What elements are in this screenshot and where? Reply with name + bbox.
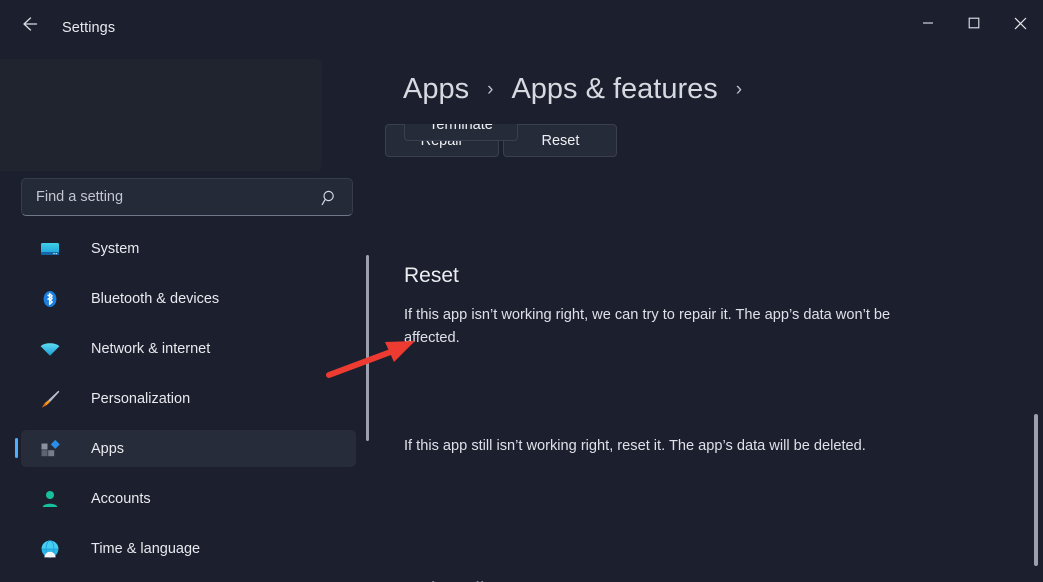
back-button[interactable] xyxy=(10,10,50,38)
apps-grid-icon xyxy=(39,438,61,460)
sidebar-item-label: Time & language xyxy=(91,540,201,557)
close-button[interactable] xyxy=(997,0,1043,46)
maximize-icon xyxy=(968,17,980,29)
sidebar-item-accounts[interactable]: Accounts xyxy=(21,480,356,517)
breadcrumb-item-apps-features[interactable]: Apps & features xyxy=(511,73,717,106)
sidebar-item-label: Apps xyxy=(91,440,125,457)
sidebar-item-bluetooth-devices[interactable]: Bluetooth & devices xyxy=(21,280,356,317)
main-content: Apps › Apps & features › Terminate Reset… xyxy=(385,48,1043,582)
sidebar-item-network-internet[interactable]: Network & internet xyxy=(21,330,356,367)
window-title: Settings xyxy=(62,20,116,36)
sidebar-item-label: Personalization xyxy=(91,390,191,407)
paintbrush-icon xyxy=(39,388,61,410)
globe-clock-icon xyxy=(39,538,61,560)
main-scrollbar-thumb[interactable] xyxy=(1034,414,1038,566)
minimize-icon xyxy=(922,17,934,29)
back-arrow-icon xyxy=(20,14,40,34)
search-placeholder: Find a setting xyxy=(36,189,124,205)
bluetooth-icon xyxy=(39,288,61,310)
sidebar: Find a setting System Bluetooth & device… xyxy=(0,48,385,582)
monitor-icon xyxy=(39,238,61,260)
search-input[interactable]: Find a setting xyxy=(21,178,353,216)
sidebar-item-label: Bluetooth & devices xyxy=(91,290,220,307)
wifi-icon xyxy=(39,338,61,360)
main-scrollbar[interactable] xyxy=(1029,124,1043,582)
settings-window: Settings Find a setting System Bluetooth… xyxy=(0,0,1043,582)
close-icon xyxy=(1014,17,1027,30)
sidebar-item-time-language[interactable]: Time & language xyxy=(21,530,356,567)
sidebar-nav: System Bluetooth & devices Network & int… xyxy=(0,230,385,582)
reset-description: If this app still isn’t working right, r… xyxy=(404,438,866,454)
minimize-button[interactable] xyxy=(905,0,951,46)
settings-scroll-area: Terminate Reset If this app isn’t workin… xyxy=(385,124,1043,582)
search-icon[interactable] xyxy=(320,188,340,208)
breadcrumb-item-apps[interactable]: Apps xyxy=(403,73,469,106)
sidebar-item-system[interactable]: System xyxy=(21,230,356,267)
title-bar: Settings xyxy=(0,0,1043,48)
sidebar-item-label: Accounts xyxy=(91,490,151,507)
breadcrumb: Apps › Apps & features › xyxy=(403,73,742,106)
profile-card[interactable] xyxy=(0,59,322,171)
reset-button[interactable]: Reset xyxy=(503,124,618,157)
person-icon xyxy=(39,488,61,510)
maximize-button[interactable] xyxy=(951,0,997,46)
chevron-right-icon: › xyxy=(487,79,494,100)
sidebar-item-label: System xyxy=(91,240,140,257)
reset-section-heading: Reset xyxy=(404,264,459,287)
terminate-button[interactable]: Terminate xyxy=(404,124,518,141)
repair-description: If this app isn’t working right, we can … xyxy=(404,307,891,346)
sidebar-item-personalization[interactable]: Personalization xyxy=(21,380,356,417)
sidebar-item-label: Network & internet xyxy=(91,340,211,357)
sidebar-item-apps[interactable]: Apps xyxy=(15,430,356,467)
window-controls xyxy=(905,0,1043,46)
chevron-right-icon: › xyxy=(735,79,743,100)
sidebar-scrollbar-thumb[interactable] xyxy=(366,255,369,441)
